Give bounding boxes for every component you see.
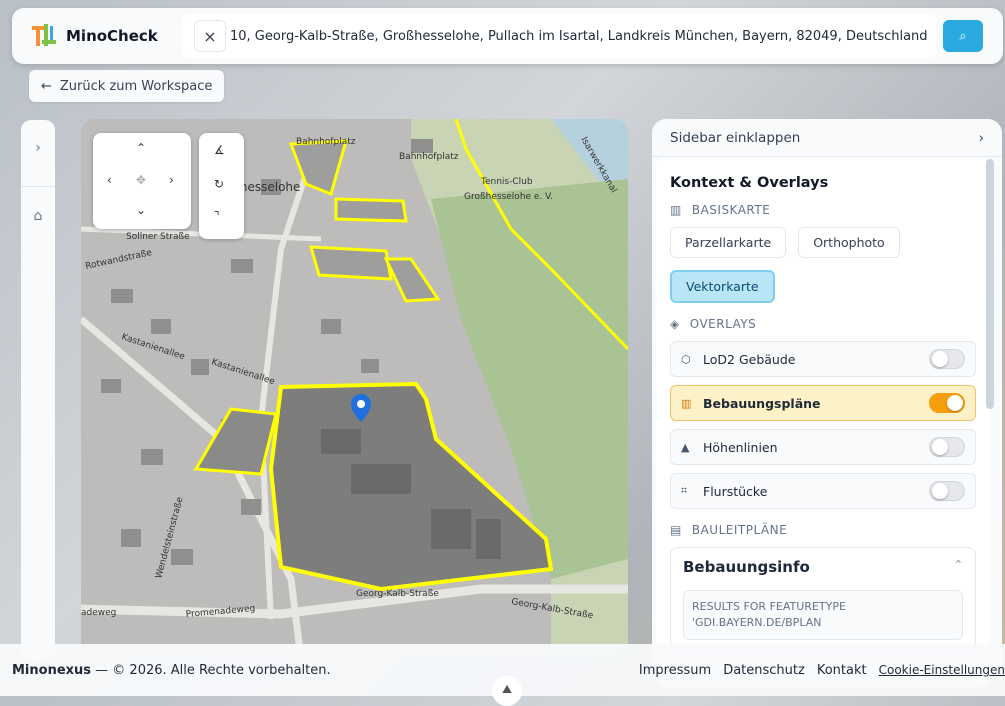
scrollbar[interactable] [986, 159, 994, 409]
arrow-left-icon: ← [41, 79, 52, 94]
move-icon: ✥ [136, 173, 146, 187]
map-label: Tennis-Club [480, 177, 533, 187]
clear-search-button[interactable]: × [194, 20, 226, 52]
collapse-sidebar-button[interactable]: Sidebar einklappen › [652, 119, 1002, 157]
bauleit-heading: BAULEITPLÄNE [692, 523, 787, 537]
sidebar-panel: Sidebar einklappen › Kontext & Overlays ▥… [652, 119, 1002, 679]
map-label: adeweg [81, 608, 116, 618]
address-search: × [182, 14, 937, 58]
back-label: Zurück zum Workspace [60, 79, 212, 94]
chevron-up-icon[interactable]: ⌃ [954, 558, 963, 576]
impressum-link[interactable]: Impressum [639, 663, 711, 678]
search-button[interactable]: ⌕ [943, 20, 983, 52]
layers-icon: ◈ [670, 317, 680, 331]
search-input[interactable] [230, 29, 930, 44]
brand-name: MinoCheck [66, 27, 158, 45]
collapse-label: Sidebar einklappen [670, 130, 800, 146]
minocheck-logo [30, 22, 58, 50]
basemap-orthophoto[interactable]: Orthophoto [798, 227, 900, 258]
footer-brand: Minonexus [12, 663, 91, 678]
parcel-icon: ⌗ [681, 484, 703, 498]
expand-chevron-icon[interactable]: › [21, 140, 55, 156]
bebauungsinfo-card: Bebauungsinfo ⌃ RESULTS FOR FEATURETYPE '… [670, 547, 976, 651]
overlays-heading: OVERLAYS [690, 317, 757, 331]
rotate-control: ∡ ↻ ⌝ [199, 133, 244, 239]
overlay-label: Bebauungspläne [703, 396, 929, 411]
cookie-settings-link[interactable]: Cookie-Einstellungen [879, 663, 1005, 677]
datenschutz-link[interactable]: Datenschutz [723, 663, 805, 678]
map-icon: ▥ [681, 397, 703, 410]
kontakt-link[interactable]: Kontakt [817, 663, 867, 678]
cube-icon: ⬡ [681, 353, 703, 366]
pan-down-icon[interactable]: ⌄ [136, 203, 146, 217]
reset-rotation-icon[interactable]: ↻ [214, 177, 224, 191]
basemap-vektorkarte[interactable]: Vektorkarte [670, 270, 775, 303]
sidebar-content: Kontext & Overlays ▥ BASISKARTE Parzellar… [656, 157, 990, 687]
map-label: Georg-Kalb-Straße [356, 589, 439, 599]
map-icon: ▥ [670, 203, 682, 217]
map-label: Sollner Straße [126, 232, 190, 242]
left-rail: › ⌂ [21, 120, 55, 660]
top-bar: MinoCheck × ⌕ [12, 8, 1003, 64]
lod2-toggle[interactable] [929, 349, 965, 369]
pan-control: ⌃ ‹ ✥ › ⌄ [93, 133, 191, 229]
overlay-label: Flurstücke [703, 484, 929, 499]
info-title: Bebauungsinfo [683, 558, 810, 576]
pan-left-icon[interactable]: ‹ [107, 173, 112, 187]
flurstuecke-toggle[interactable] [929, 481, 965, 501]
overlay-hoehenlinien[interactable]: ▲Höhenlinien [670, 429, 976, 465]
pan-up-icon[interactable]: ⌃ [136, 141, 146, 155]
mountain-icon: ▲ [681, 441, 703, 454]
pan-right-icon[interactable]: › [169, 173, 174, 187]
back-to-workspace-button[interactable]: ← Zurück zum Workspace [29, 70, 224, 102]
overlay-flurstuecke[interactable]: ⌗Flurstücke [670, 473, 976, 509]
basemap-parzellarkarte[interactable]: Parzellarkarte [670, 227, 786, 258]
map-label: Großhesselohe e. V. [464, 192, 553, 202]
map-label: Bahnhofplatz [399, 152, 459, 162]
compass-icon[interactable]: ⌝ [214, 209, 220, 223]
overlay-label: LoD2 Gebäude [703, 352, 929, 367]
search-icon: ⌕ [959, 29, 966, 44]
document-icon: ▤ [670, 523, 682, 537]
basemap-heading: BASISKARTE [692, 203, 770, 217]
footer-copyright: — © 2026. Alle Rechte vorbehalten. [91, 663, 331, 678]
mountain-logo-icon[interactable]: ⛰ [492, 676, 522, 706]
sidebar-title: Kontext & Overlays [670, 175, 976, 191]
overlay-bebauungsplaene[interactable]: ▥Bebauungspläne [670, 385, 976, 421]
overlay-lod2[interactable]: ⬡LoD2 Gebäude [670, 341, 976, 377]
tilt-icon[interactable]: ∡ [214, 143, 225, 157]
chevron-right-icon: › [979, 130, 984, 146]
overlay-label: Höhenlinien [703, 440, 929, 455]
info-results: RESULTS FOR FEATURETYPE 'GDI.BAYERN.DE/B… [683, 590, 963, 640]
home-icon[interactable]: ⌂ [21, 208, 55, 224]
bebauungsplaene-toggle[interactable] [929, 393, 965, 413]
map-label: Bahnhofplatz [296, 137, 356, 147]
map-view[interactable]: Bahnhofplatz Bahnhofplatz Tennis-Club Gr… [81, 119, 628, 659]
hoehenlinien-toggle[interactable] [929, 437, 965, 457]
